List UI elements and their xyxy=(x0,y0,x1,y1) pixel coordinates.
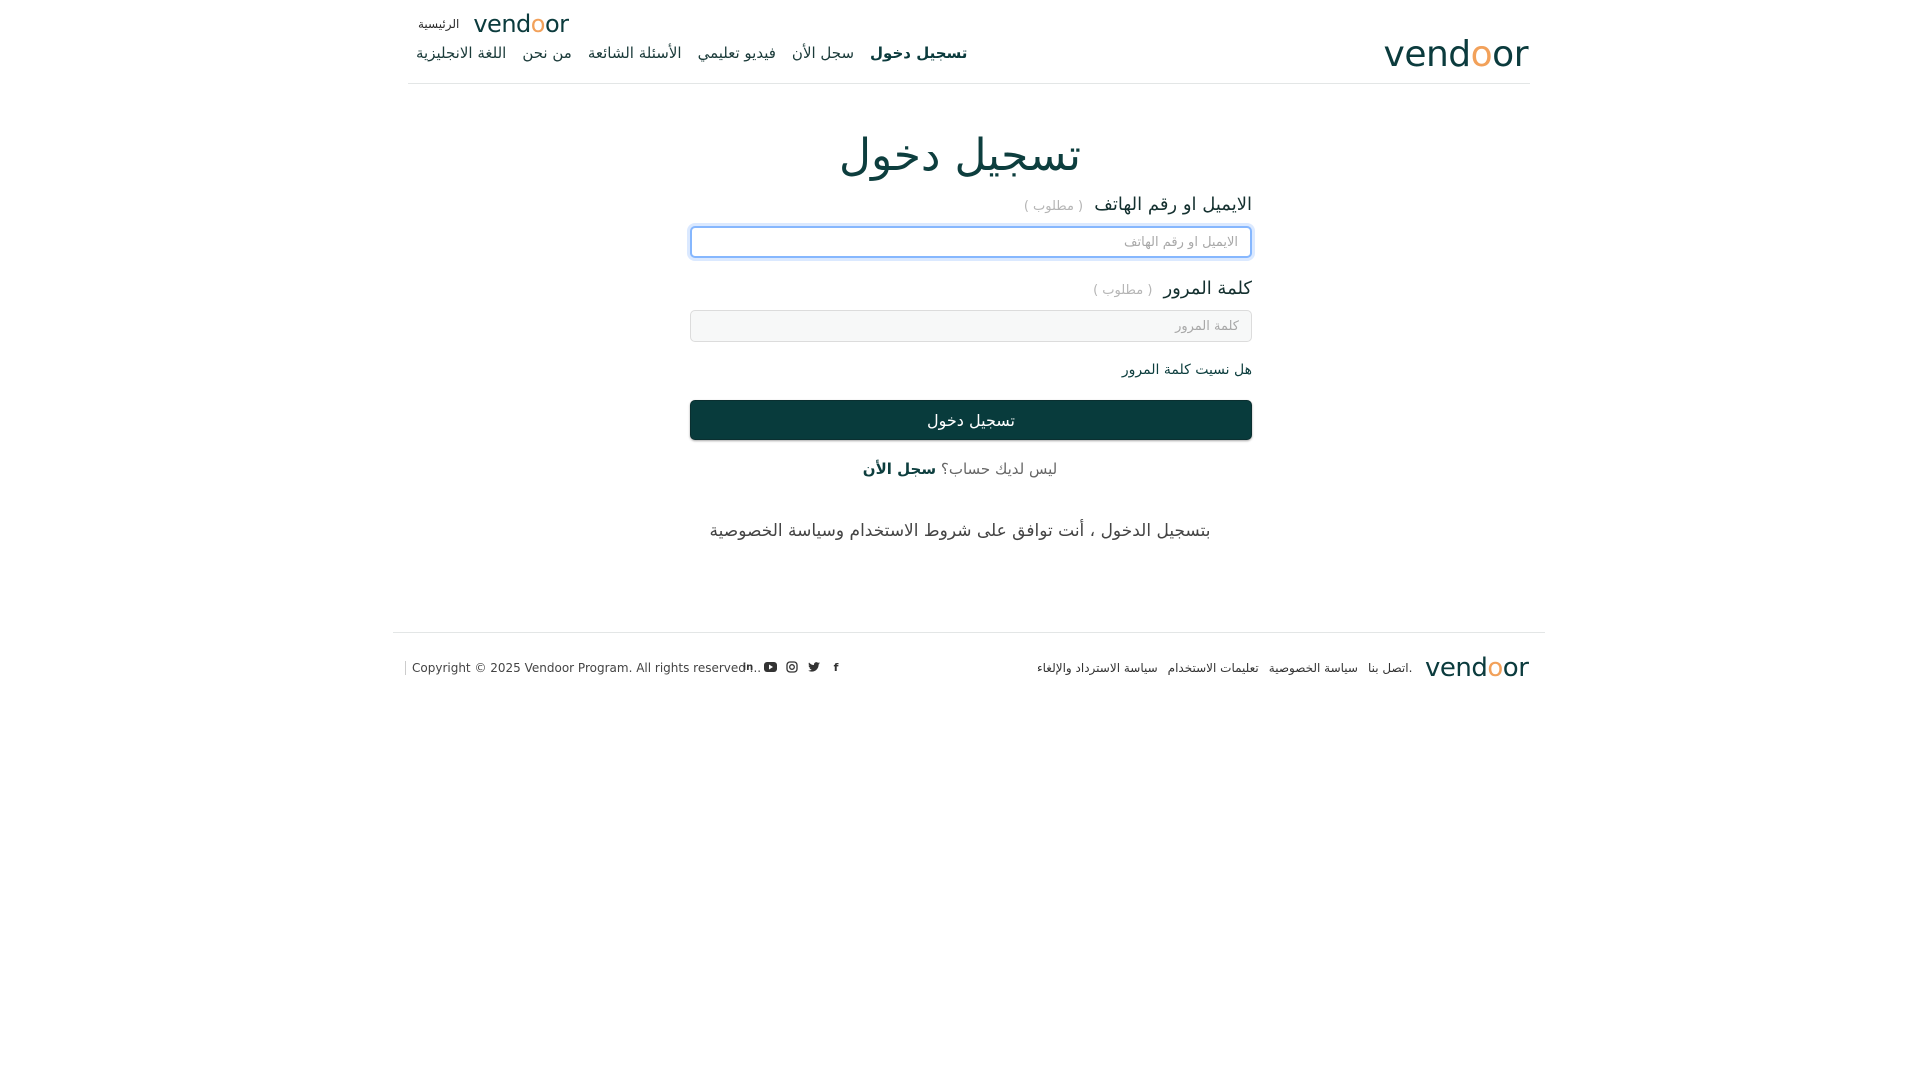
password-label: كلمة المرور xyxy=(1163,278,1252,299)
nav-login[interactable]: تسجيل دخول xyxy=(870,44,967,62)
breadcrumb-home-link[interactable]: الرئيسية xyxy=(418,17,459,31)
footer-link-refund-policy[interactable]: سياسة الاسترداد والإلغاء xyxy=(1037,661,1158,675)
nav-about[interactable]: من نحن xyxy=(522,44,572,62)
forgot-password-link[interactable]: هل نسيت كلمة المرور xyxy=(690,362,1252,378)
no-account-text: ليس لديك حساب؟ xyxy=(940,460,1058,478)
nav-english-language[interactable]: اللغة الانجليزية xyxy=(416,44,506,62)
brand-logo[interactable]: vendoor xyxy=(1384,34,1529,75)
twitter-icon[interactable] xyxy=(807,660,821,674)
email-label: الايميل او رقم الهاتف xyxy=(1094,194,1252,215)
password-label-row: كلمة المرور ( مطلوب ) xyxy=(690,278,1252,299)
nav-tutorial-video[interactable]: فيديو تعليمي xyxy=(698,44,776,62)
password-field[interactable] xyxy=(690,310,1252,342)
terms-text: بتسجيل الدخول ، أنت توافق على شروط الاست… xyxy=(709,521,1211,541)
facebook-icon[interactable]: f xyxy=(829,660,843,674)
site-footer: Copyright © 2025 Vendoor Program. All ri… xyxy=(393,632,1545,703)
breadcrumb: الرئيسية vendoor xyxy=(418,10,569,38)
login-button[interactable]: تسجيل دخول xyxy=(690,400,1252,440)
site-header: الرئيسية vendoor تسجيل دخول سجل الأن فيد… xyxy=(408,0,1530,84)
register-link[interactable]: سجل الأن xyxy=(863,460,936,478)
nav-register[interactable]: سجل الأن xyxy=(792,44,854,62)
footer-logo[interactable]: vendoor xyxy=(1425,653,1529,683)
copyright-text: Copyright © 2025 Vendoor Program. All ri… xyxy=(405,661,761,675)
footer-link-usage-instructions[interactable]: تعليمات الاستخدام xyxy=(1168,661,1259,675)
small-logo[interactable]: vendoor xyxy=(473,10,569,38)
footer-link-contact[interactable]: اتصل بنا. xyxy=(1368,661,1412,675)
nav-faq[interactable]: الأسئلة الشائعة xyxy=(588,44,682,62)
email-label-row: الايميل او رقم الهاتف ( مطلوب ) xyxy=(690,194,1252,215)
footer-link-privacy[interactable]: سياسة الخصوصية xyxy=(1269,661,1358,675)
youtube-icon[interactable] xyxy=(763,660,777,674)
main-nav: تسجيل دخول سجل الأن فيديو تعليمي الأسئلة… xyxy=(416,44,967,62)
social-links: in f xyxy=(741,660,843,674)
required-hint: ( مطلوب ) xyxy=(1023,199,1084,214)
email-field[interactable] xyxy=(690,226,1252,258)
page-title: تسجيل دخول xyxy=(839,130,1081,181)
footer-links: اتصل بنا. سياسة الخصوصية تعليمات الاستخد… xyxy=(1037,661,1412,675)
required-hint: ( مطلوب ) xyxy=(1093,283,1153,298)
no-account-row: ليس لديك حساب؟ سجل الأن xyxy=(0,460,1920,478)
instagram-icon[interactable] xyxy=(785,660,799,674)
linkedin-icon[interactable]: in xyxy=(741,660,755,674)
